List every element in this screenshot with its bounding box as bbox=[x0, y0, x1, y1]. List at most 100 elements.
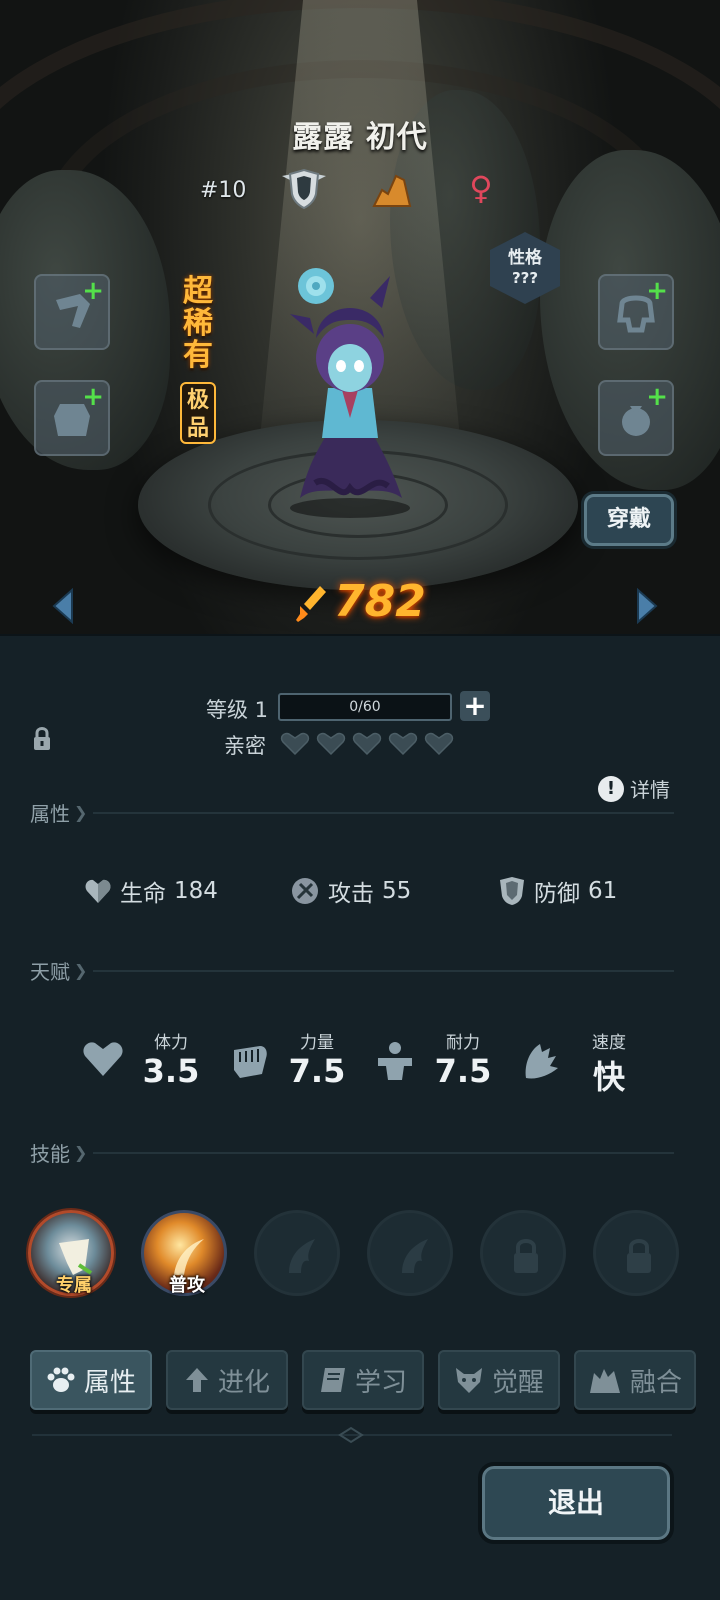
lock-icon bbox=[627, 1239, 651, 1273]
tab-label: 觉醒 bbox=[491, 1367, 544, 1398]
arrow-up-icon bbox=[185, 1368, 208, 1392]
skill-label: 普攻 bbox=[169, 1275, 205, 1296]
talent-label: 速度 bbox=[592, 1033, 626, 1053]
add-icon: + bbox=[82, 382, 104, 412]
stat-value: 184 bbox=[174, 878, 218, 904]
grade-badge: 极品 bbox=[180, 382, 216, 444]
tab-label: 学习 bbox=[354, 1367, 407, 1398]
talent-value: 3.5 bbox=[142, 1052, 200, 1090]
section-title: 天赋 bbox=[30, 960, 70, 984]
tab-learn[interactable]: 学习 bbox=[302, 1350, 424, 1410]
talent-label: 耐力 bbox=[446, 1033, 480, 1053]
lock-icon[interactable] bbox=[32, 726, 52, 752]
hero-number: #10 bbox=[200, 178, 247, 203]
skill-exclusive[interactable]: 专属 bbox=[28, 1210, 114, 1296]
shield-icon bbox=[500, 877, 524, 905]
stat-value: 55 bbox=[382, 878, 412, 904]
skill-slot-empty[interactable] bbox=[254, 1210, 340, 1296]
talent-value: 7.5 bbox=[434, 1052, 492, 1090]
paw-icon bbox=[47, 1367, 75, 1392]
tab-attributes[interactable]: 属性 bbox=[30, 1350, 152, 1410]
talent-stamina: 体力 3.5 bbox=[82, 1026, 232, 1096]
stat-label: 防御 bbox=[534, 881, 580, 907]
equip-button[interactable]: 穿戴 bbox=[584, 494, 674, 546]
heart-shield-icon bbox=[85, 879, 111, 903]
equip-slot-item[interactable]: + bbox=[598, 380, 674, 456]
intimacy-label: 亲密 bbox=[224, 734, 266, 758]
talent-value: 快 bbox=[592, 1058, 625, 1096]
level-up-button[interactable]: + bbox=[460, 691, 490, 721]
stat-attack: 攻击 55 bbox=[290, 874, 411, 908]
talent-endurance: 耐力 7.5 bbox=[374, 1026, 524, 1096]
swords-icon bbox=[292, 878, 318, 904]
add-icon: + bbox=[646, 382, 668, 412]
personality-label: 性格 bbox=[508, 248, 542, 268]
talent-section-header: 天赋 ❯ bbox=[30, 956, 674, 985]
equip-slot-armor[interactable]: + bbox=[34, 380, 110, 456]
personality-value: ??? bbox=[511, 269, 539, 287]
tab-label: 属性 bbox=[83, 1367, 136, 1398]
stat-hp: 生命 184 bbox=[84, 874, 218, 908]
wolf-icon bbox=[455, 1368, 482, 1393]
talent-value: 7.5 bbox=[288, 1052, 346, 1090]
level-label: 等级 1 bbox=[206, 698, 269, 722]
hero-scene: 露露 初代 #10 ♀ 超稀有 极品 性格 ??? + + + + 穿戴 782 bbox=[0, 0, 720, 645]
talent-label: 力量 bbox=[300, 1033, 334, 1053]
chevron-right-icon: ❯ bbox=[74, 961, 88, 980]
talent-strength: 力量 7.5 bbox=[228, 1026, 378, 1096]
tab-fusion[interactable]: 融合 bbox=[574, 1350, 696, 1410]
tab-label: 进化 bbox=[217, 1367, 270, 1398]
stat-defense: 防御 61 bbox=[498, 874, 617, 908]
intimacy-hearts bbox=[280, 732, 454, 756]
exit-button[interactable]: 退出 bbox=[478, 1462, 674, 1544]
xp-bar: 0/60 bbox=[278, 693, 452, 721]
rarity-label: 超稀有 bbox=[183, 274, 213, 373]
skill-label: 专属 bbox=[56, 1275, 92, 1296]
female-icon: ♀ bbox=[469, 169, 493, 207]
sword-power-icon bbox=[296, 586, 327, 622]
wing-icon bbox=[525, 1044, 558, 1079]
terrain-icon[interactable] bbox=[372, 172, 412, 208]
hero-name: 露露 初代 bbox=[292, 120, 428, 155]
talent-label: 体力 bbox=[154, 1033, 188, 1053]
section-title: 属性 bbox=[30, 802, 70, 826]
chevron-right-icon: ❯ bbox=[74, 1143, 88, 1162]
claw-slash-icon bbox=[289, 1239, 315, 1273]
hero-character[interactable] bbox=[270, 258, 430, 520]
fist-icon bbox=[234, 1046, 267, 1078]
section-title: 技能 bbox=[30, 1142, 70, 1166]
tab-evolve[interactable]: 进化 bbox=[166, 1350, 288, 1410]
add-icon: + bbox=[646, 276, 668, 306]
tab-awaken[interactable]: 觉醒 bbox=[438, 1350, 560, 1410]
tab-label: 融合 bbox=[629, 1367, 682, 1398]
chevron-right-icon: ❯ bbox=[74, 803, 88, 822]
equip-slot-weapon[interactable]: + bbox=[34, 274, 110, 350]
equip-slot-accessory[interactable]: + bbox=[598, 274, 674, 350]
attributes-section-header: 属性 ❯ bbox=[30, 798, 674, 827]
talent-speed: 速度 快 bbox=[520, 1026, 670, 1096]
heart-icon bbox=[83, 1042, 123, 1076]
combat-power: 782 bbox=[0, 576, 720, 627]
divider-ornament-icon bbox=[338, 1426, 364, 1444]
claw-slash-icon bbox=[402, 1239, 428, 1273]
skill-slot-locked[interactable] bbox=[480, 1210, 566, 1296]
stat-label: 攻击 bbox=[328, 881, 374, 907]
stat-value: 61 bbox=[588, 878, 618, 904]
stat-label: 生命 bbox=[120, 881, 166, 907]
shield-class-icon[interactable] bbox=[280, 168, 328, 210]
combat-power-value: 782 bbox=[334, 576, 426, 627]
heart-icon bbox=[280, 732, 310, 756]
skills-section-header: 技能 ❯ bbox=[30, 1138, 674, 1167]
heart-icon bbox=[424, 732, 454, 756]
skill-slot-locked[interactable] bbox=[593, 1210, 679, 1296]
bottom-tabs: 属性 进化 学习 觉醒 融合 bbox=[30, 1350, 696, 1410]
lock-icon bbox=[514, 1239, 538, 1273]
heart-icon bbox=[316, 732, 346, 756]
heart-icon bbox=[388, 732, 418, 756]
fusion-icon bbox=[589, 1369, 620, 1393]
add-icon: + bbox=[82, 276, 104, 306]
skill-normal-attack[interactable]: 普攻 bbox=[141, 1210, 227, 1296]
muscle-icon bbox=[378, 1042, 412, 1080]
skill-slot-empty[interactable] bbox=[367, 1210, 453, 1296]
book-icon bbox=[320, 1368, 345, 1392]
